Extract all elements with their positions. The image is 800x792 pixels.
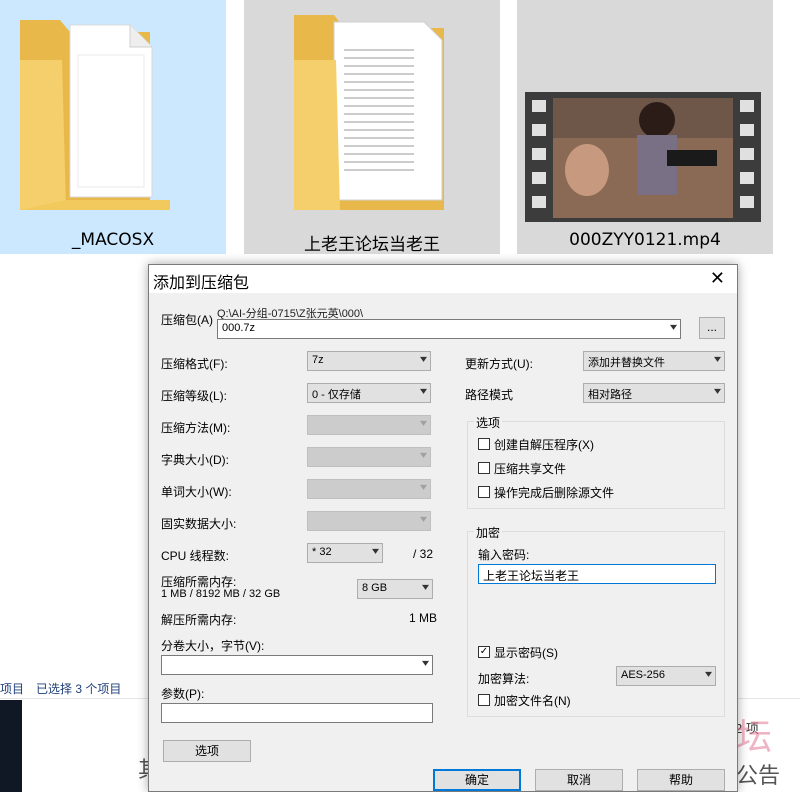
update-mode-value: 添加并替换文件 [588,357,665,369]
password-label: 输入密码: [478,548,530,562]
file-item-video[interactable]: 000ZYY0121.mp4 [517,0,773,254]
solid-size-label: 固实数据大小: [161,517,237,531]
chevron-down-icon: ▾ [419,450,428,461]
chevron-down-icon: ▾ [419,354,428,365]
shared-files-checkbox[interactable] [478,462,490,474]
close-icon[interactable]: ✕ [710,268,725,289]
file-name: _MACOSX [71,230,155,250]
memory-decompress-label: 解压所需内存: [161,613,237,627]
chevron-down-icon[interactable]: ▾ [422,658,429,669]
encrypt-names-label: 加密文件名(N) [494,694,571,708]
method-select: ▾ [307,415,431,435]
options-group-title: 选项 [474,414,503,431]
browse-button[interactable]: ... [699,317,725,339]
dialog-title: 添加到压缩包 [153,275,250,292]
encryption-method-value: AES-256 [621,669,666,681]
ok-button[interactable]: 确定 [433,769,521,791]
encryption-method-select[interactable]: AES-256 ▾ [616,666,716,686]
encryption-group: 加密 输入密码: 上老王论坛当老王 ✓ 显示密码(S) 加密算法: AES-25… [467,524,725,717]
delete-after-checkbox[interactable] [478,486,490,498]
file-item-macosx[interactable]: _MACOSX [0,0,226,254]
params-input[interactable] [161,703,433,723]
shared-files-label: 压缩共享文件 [494,462,567,476]
memory-value: 8 GB [362,582,388,594]
path-mode-select[interactable]: 相对路径 ▾ [583,383,725,403]
chevron-down-icon: ▾ [713,354,722,365]
chevron-down-icon: ▾ [371,546,380,557]
status-bar: 项目 已选择 3 个项目 [0,680,150,696]
level-value: 0 - 仅存储 [312,389,361,401]
taskbar-edge [0,700,22,792]
show-password-checkbox[interactable]: ✓ [478,646,490,658]
delete-after-label: 操作完成后删除源文件 [494,486,615,500]
status-selection: 已选择 3 个项目 [36,682,122,696]
threads-label: CPU 线程数: [161,549,230,563]
options-button[interactable]: 选项 [163,740,251,762]
level-label: 压缩等级(L): [161,389,228,403]
chevron-down-icon: ▾ [713,386,722,397]
title-bar[interactable]: 添加到压缩包 ✕ [149,265,737,293]
archive-name-combo[interactable]: 000.7z ▾ [217,319,681,339]
video-thumbnail [525,92,761,222]
folder-icon [20,20,170,210]
threads-value: * 32 [312,546,332,558]
archive-label: 压缩包(A) [161,313,213,327]
password-input[interactable]: 上老王论坛当老王 [478,564,716,584]
format-value: 7z [312,354,324,366]
options-group: 选项 创建自解压程序(X) 压缩共享文件 操作完成后删除源文件 [467,414,725,509]
file-name: 上老王论坛当老王 [304,235,440,255]
sfx-label: 创建自解压程序(X) [494,438,594,452]
help-button[interactable]: 帮助 [637,769,725,791]
encrypt-names-checkbox[interactable] [478,694,490,706]
chevron-down-icon: ▾ [421,582,430,593]
threads-max: / 32 [413,547,434,561]
encryption-group-title: 加密 [474,524,503,541]
format-label: 压缩格式(F): [161,357,228,371]
split-label: 分卷大小，字节(V): [161,639,265,653]
chevron-down-icon: ▾ [419,418,428,429]
word-size-select: ▾ [307,479,431,499]
method-label: 压缩方法(M): [161,421,231,435]
update-mode-select[interactable]: 添加并替换文件 ▾ [583,351,725,371]
memory-select[interactable]: 8 GB ▾ [357,579,433,599]
dictionary-select: ▾ [307,447,431,467]
threads-select[interactable]: * 32 ▾ [307,543,383,563]
dictionary-label: 字典大小(D): [161,453,229,467]
path-mode-label: 路径模式 [465,388,514,402]
encryption-method-label: 加密算法: [478,672,530,686]
memory-decompress-value: 1 MB [409,611,438,625]
show-password-label: 显示密码(S) [494,646,558,660]
path-mode-value: 相对路径 [588,389,632,401]
add-to-archive-dialog: 添加到压缩包 ✕ 压缩包(A) Q:\AI-分组-0715\Z张元英\000\ … [148,264,738,792]
status-items-count: 项目 [0,682,25,696]
word-size-label: 单词大小(W): [161,485,232,499]
archive-name-value: 000.7z [222,322,256,334]
file-name: 000ZYY0121.mp4 [569,230,721,250]
split-size-combo[interactable]: ▾ [161,655,433,675]
format-select[interactable]: 7z ▾ [307,351,431,371]
solid-size-select: ▾ [307,511,431,531]
chevron-down-icon: ▾ [419,514,428,525]
sfx-checkbox[interactable] [478,438,490,450]
cancel-button[interactable]: 取消 [535,769,623,791]
file-item-folder[interactable]: 上老王论坛当老王 [244,0,500,255]
background-label: 公告日 [736,763,781,788]
chevron-down-icon: ▾ [419,482,428,493]
memory-compress-detail: 1 MB / 8192 MB / 32 GB [161,588,281,600]
folder-icon [294,15,444,210]
update-mode-label: 更新方式(U): [465,357,533,371]
chevron-down-icon: ▾ [419,386,428,397]
chevron-down-icon: ▾ [704,669,713,680]
level-select[interactable]: 0 - 仅存储 ▾ [307,383,431,403]
chevron-down-icon[interactable]: ▾ [670,322,677,333]
params-label: 参数(P): [161,687,205,701]
